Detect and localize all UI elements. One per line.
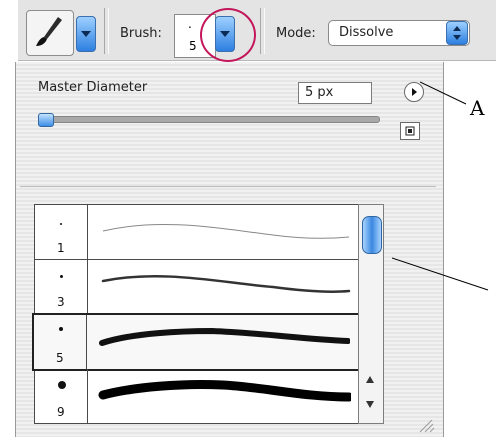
callout-line-a [420,81,467,105]
panel-divider [20,186,436,187]
scrollbar-thumb[interactable] [362,216,382,254]
new-preset-icon [405,126,415,136]
callout-line-b [392,257,489,291]
brush-preview-size: 5 [189,39,197,53]
brush-row[interactable]: 1 [35,205,359,260]
diameter-slider-thumb[interactable] [38,113,54,127]
scroll-down-button[interactable] [362,396,378,415]
save-preset-button[interactable] [400,122,420,140]
diameter-value: 5 px [305,85,334,100]
brush-size-label: 3 [57,295,65,309]
brush-tip-dot [60,223,62,225]
up-down-arrows-icon [453,26,461,40]
brush-row[interactable]: 9 [35,369,359,423]
brush-stroke-preview [99,327,350,346]
brush-row[interactable]: 3 [35,259,359,314]
brush-list: 1 3 5 9 [32,204,364,424]
diameter-input[interactable]: 5 px [298,82,372,104]
brush-row-selected[interactable]: 5 [32,313,364,371]
brush-size-cell: 9 [35,369,88,423]
callout-a-label: A [470,96,485,120]
brush-size-cell: 5 [34,315,87,369]
mode-select-arrows[interactable] [446,21,468,45]
brush-size-label: 9 [57,405,65,419]
toolbar-separator [104,8,109,54]
triangle-down-icon [366,401,374,408]
brush-tip-dot [58,381,66,389]
brush-size-cell: 1 [35,205,88,259]
mode-select-value: Dissolve [339,25,394,40]
brush-stroke-preview [102,223,350,239]
brush-stroke-preview [98,379,351,402]
brush-tip-dot [60,275,63,278]
toolbar-separator [260,8,265,54]
master-diameter-label: Master Diameter [38,80,148,95]
highlight-circle [200,8,256,62]
brush-size-cell: 3 [35,259,88,313]
resize-grip-icon[interactable] [416,416,436,434]
brush-preview-dot: . [188,17,192,31]
triangle-up-icon [366,376,374,383]
brush-size-label: 1 [57,241,65,255]
mode-label: Mode: [276,26,316,41]
brush-size-label: 5 [56,351,64,365]
brush-icon [36,17,62,46]
diameter-slider-track[interactable] [38,116,380,123]
tool-preset-button[interactable] [26,10,74,56]
scroll-up-button[interactable] [362,372,378,391]
brush-stroke-preview [101,274,351,294]
brush-label: Brush: [120,26,162,41]
tool-preset-dropdown-arrow[interactable] [76,16,96,52]
brush-tip-dot [59,327,63,331]
